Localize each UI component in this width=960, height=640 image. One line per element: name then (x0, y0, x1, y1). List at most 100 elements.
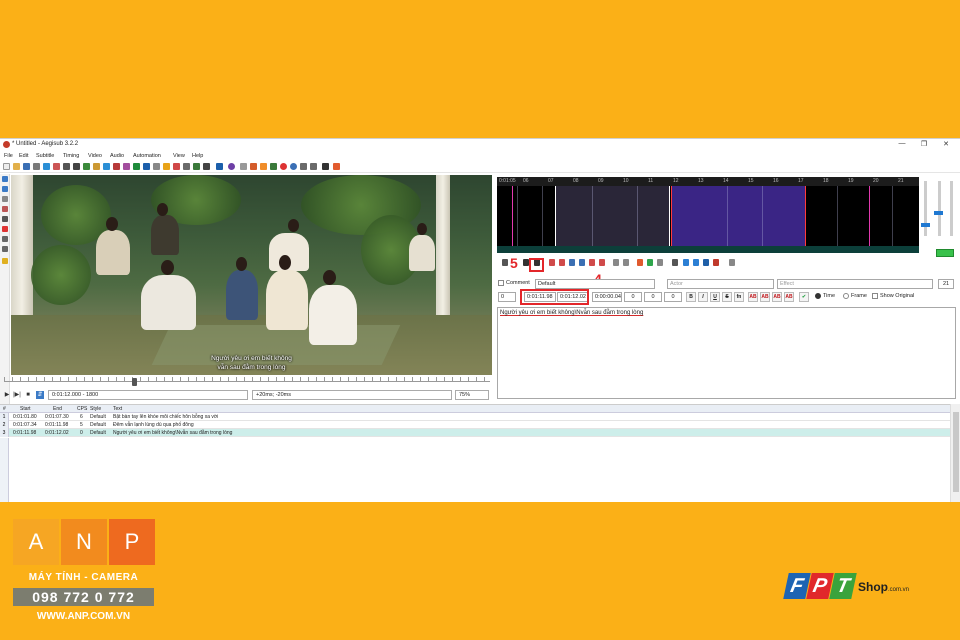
grid-scroll-thumb[interactable] (953, 412, 959, 492)
vector-clip-icon[interactable] (2, 236, 8, 242)
scale-icon[interactable] (2, 216, 8, 222)
open-video-icon[interactable] (43, 163, 50, 170)
find-icon[interactable] (83, 163, 90, 170)
stop-icon[interactable]: ■ (24, 391, 32, 399)
auto-scroll-icon[interactable] (693, 259, 699, 266)
menu-help[interactable]: Help (192, 153, 203, 159)
standard-tool-icon[interactable] (2, 176, 8, 182)
crop-icon[interactable] (322, 163, 329, 170)
snap-icon[interactable] (240, 163, 247, 170)
bold-button[interactable]: B (686, 292, 696, 302)
font-button[interactable]: fn (734, 292, 744, 302)
fonts-collector-icon[interactable] (113, 163, 120, 170)
fullscreen-icon-left[interactable] (2, 246, 8, 252)
goto-icon[interactable] (657, 259, 663, 266)
sort-icon[interactable] (260, 163, 267, 170)
actor-field[interactable]: Actor (667, 279, 774, 289)
play-end-before-icon[interactable] (569, 259, 575, 266)
duration-field[interactable]: 0:00:00.04 (592, 292, 622, 302)
col-start[interactable]: Start (20, 406, 31, 412)
grid-scrollbar[interactable] (950, 404, 960, 502)
lightbulb-icon[interactable] (2, 258, 8, 264)
end-marker[interactable] (805, 186, 806, 253)
open-file-icon[interactable] (13, 163, 20, 170)
karaoke-split-icon[interactable] (729, 259, 735, 266)
layer-field[interactable]: 0 (498, 292, 516, 302)
shift-times-icon[interactable] (250, 163, 257, 170)
jump-icon[interactable] (63, 163, 70, 170)
save-icon[interactable] (23, 163, 30, 170)
col-end[interactable]: End (53, 406, 62, 412)
col-style[interactable]: Style (90, 406, 101, 412)
menu-timing[interactable]: Timing (63, 153, 79, 159)
subtitle-text-editor[interactable]: Người yêu ơi em biết không\Nvẫn sau đằm … (497, 307, 956, 399)
timing-postprocessor-icon[interactable] (173, 163, 180, 170)
fullscreen-icon[interactable] (310, 163, 317, 170)
table-row-selected[interactable]: 3 0:01:11.98 0:01:12.02 0 Default Người … (0, 429, 950, 437)
resample-icon[interactable] (163, 163, 170, 170)
video-time-box[interactable]: 0:01:12.000 - 1800 (48, 390, 248, 400)
lead-in-icon[interactable] (637, 259, 643, 266)
help-icon[interactable] (228, 163, 235, 170)
rotate-xy-icon[interactable] (2, 206, 8, 212)
style-select[interactable]: Default (535, 279, 655, 289)
play-start-after-icon[interactable] (559, 259, 565, 266)
automation-icon[interactable] (216, 163, 223, 170)
auto-next-icon[interactable] (683, 259, 689, 266)
menu-file[interactable]: File (4, 153, 13, 159)
horizontal-zoom-rail[interactable] (924, 181, 927, 236)
kanji-timer-icon[interactable] (183, 163, 190, 170)
attachments-icon[interactable] (103, 163, 110, 170)
video-display[interactable]: Người yêu ơi em biết không vẫn sau đằm t… (11, 175, 492, 375)
margin-right-field[interactable]: 0 (644, 292, 662, 302)
play-line-icon[interactable]: |▶| (13, 391, 21, 399)
translation-assistant-icon[interactable] (153, 163, 160, 170)
vertical-zoom-rail[interactable] (950, 181, 953, 236)
styling-assistant-icon[interactable] (143, 163, 150, 170)
close-video-icon[interactable] (53, 163, 60, 170)
play-start-before-icon[interactable] (549, 259, 555, 266)
horizontal-zoom-thumb[interactable] (921, 223, 930, 227)
grid-icon[interactable] (300, 163, 307, 170)
record-icon[interactable] (280, 163, 287, 170)
styles-manager-icon[interactable] (133, 163, 140, 170)
lead-out-icon[interactable] (623, 259, 629, 266)
options-icon[interactable] (203, 163, 210, 170)
commit-icon[interactable] (647, 259, 653, 266)
col-cps[interactable]: CPS (77, 406, 87, 412)
save-as-icon[interactable] (33, 163, 40, 170)
shadow-color-button[interactable]: AB (784, 292, 794, 302)
menu-video[interactable]: Video (88, 153, 102, 159)
clip-icon[interactable] (2, 226, 8, 232)
drag-tool-icon[interactable] (2, 186, 8, 192)
new-file-icon[interactable] (3, 163, 10, 170)
karaoke-icon[interactable] (713, 259, 719, 266)
menu-view[interactable]: View (173, 153, 185, 159)
properties-icon[interactable] (123, 163, 130, 170)
margin-left-field[interactable]: 0 (624, 292, 642, 302)
col-text[interactable]: Text (113, 406, 122, 412)
video-zoom-select[interactable]: 75% (455, 390, 489, 400)
rotate-z-icon[interactable] (2, 196, 8, 202)
table-row[interactable]: 2 0:01:07.34 0:01:11.98 5 Default Đêm vẫ… (0, 421, 950, 429)
tools-icon[interactable] (290, 163, 297, 170)
spectrum-mode-icon[interactable] (703, 259, 709, 266)
replace-icon[interactable] (93, 163, 100, 170)
menu-edit[interactable]: Edit (19, 153, 28, 159)
strikeout-button[interactable]: S (722, 292, 732, 302)
underline-button[interactable]: U (710, 292, 720, 302)
minimize-button[interactable]: — (895, 140, 909, 147)
play-last-500ms-icon[interactable] (599, 259, 605, 266)
audio-display[interactable]: 0:01:05 06 07 08 09 10 11 12 13 14 15 16… (497, 177, 919, 253)
col-number[interactable]: # (3, 406, 6, 412)
link-zoom-toggle[interactable] (936, 249, 954, 257)
secondary-color-button[interactable]: AB (760, 292, 770, 302)
outline-color-button[interactable]: AB (772, 292, 782, 302)
play-end-after-icon[interactable] (579, 259, 585, 266)
show-original-checkbox[interactable] (872, 293, 878, 299)
italic-button[interactable]: I (698, 292, 708, 302)
about-icon[interactable] (333, 163, 340, 170)
select-lines-icon[interactable] (270, 163, 277, 170)
close-button[interactable]: ✕ (939, 140, 953, 148)
active-line-region[interactable] (671, 186, 805, 246)
